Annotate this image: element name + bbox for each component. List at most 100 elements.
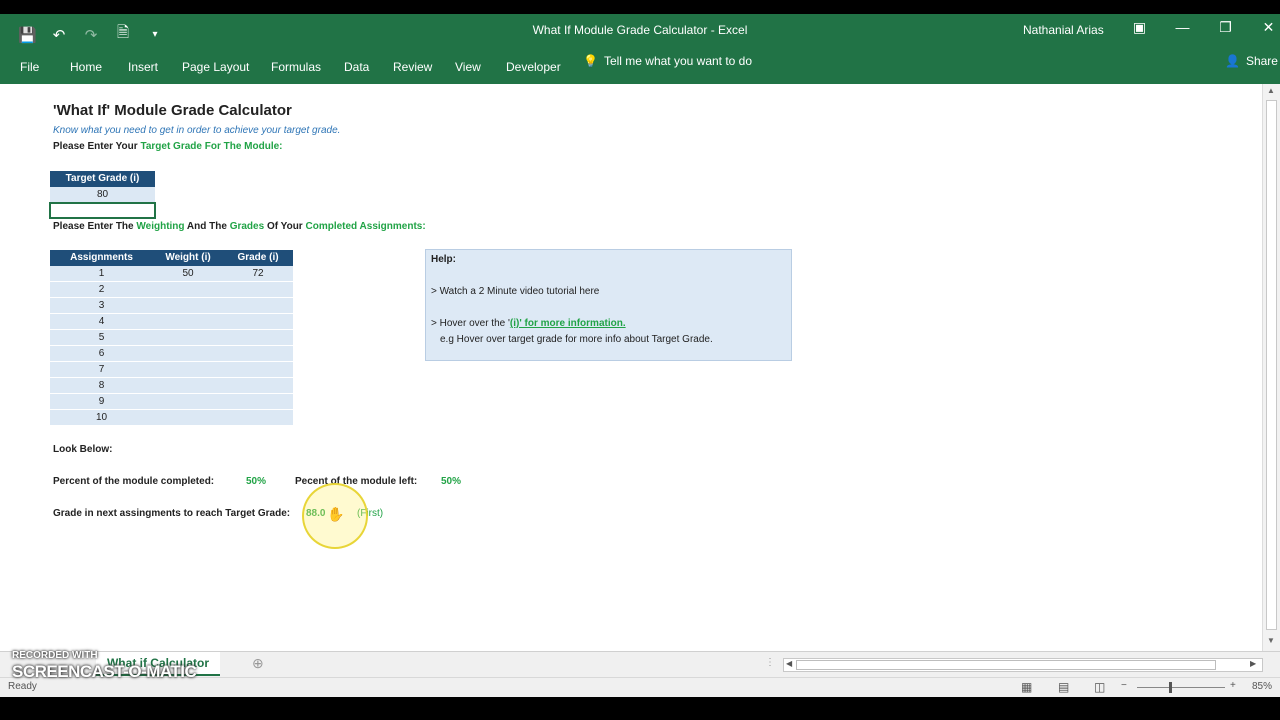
left-value: 50% [441,476,462,487]
target-grade-cell[interactable]: 80 [50,187,155,203]
assignment-number-cell[interactable]: 5 [50,330,153,346]
assignments-header[interactable]: Assignments [50,250,153,266]
weight-cell[interactable] [153,346,223,362]
ribbon-display-icon[interactable]: ▣ [1118,19,1161,36]
weight-cell[interactable]: 50 [153,266,223,282]
assignments-header-row: Assignments Weight (i) Grade (i) [50,250,293,266]
assignment-number-cell[interactable]: 9 [50,394,153,410]
assignment-number-cell[interactable]: 8 [50,378,153,394]
weight-cell[interactable] [153,394,223,410]
weight-cell[interactable] [153,410,223,426]
assignment-number-cell[interactable]: 10 [50,410,153,426]
assignment-number-cell[interactable]: 3 [50,298,153,314]
grade-cell[interactable] [223,362,293,378]
target-prompt: Please Enter Your Target Grade For The M… [53,141,283,152]
normal-view-icon[interactable]: ▦ [1021,680,1032,694]
help-info-link[interactable]: (i)' for more information. [510,318,626,329]
restore-icon[interactable]: ❐ [1204,19,1247,36]
weight-cell[interactable] [153,314,223,330]
split-handle-icon[interactable]: ⋮ [765,657,775,668]
page-title: 'What If' Module Grade Calculator [53,102,292,119]
table-row: 1 50 72 [50,266,293,282]
assignment-number-cell[interactable]: 7 [50,362,153,378]
tab-insert[interactable]: Insert [128,60,158,74]
assignment-number-cell[interactable]: 1 [50,266,153,282]
assignment-number-cell[interactable]: 2 [50,282,153,298]
zoom-out-icon[interactable]: − [1121,680,1127,691]
page-break-view-icon[interactable]: ◫ [1094,680,1105,694]
vertical-scrollbar[interactable]: ▲ ▼ [1262,84,1280,651]
zoom-slider[interactable] [1137,687,1225,688]
recording-watermark: RECORDED WITH SCREENCAST-O-MATIC [12,650,197,682]
weight-cell[interactable] [153,362,223,378]
grade-cell[interactable] [223,410,293,426]
window-controls: ▣ — ❐ ✕ [1118,19,1280,36]
grade-cell[interactable] [223,394,293,410]
scroll-left-icon[interactable]: ◀ [786,659,792,668]
tab-data[interactable]: Data [344,60,369,74]
left-label: Pecent of the module left: [295,476,418,487]
top-black-strip [0,0,1280,14]
table-row: 10 [50,410,293,426]
tab-view[interactable]: View [455,60,481,74]
table-row: 5 [50,330,293,346]
vertical-scroll-thumb[interactable] [1266,100,1277,630]
help-hover-line: > Hover over the '(i)' for more informat… [431,318,626,329]
zoom-in-icon[interactable]: + [1230,680,1236,691]
scroll-right-icon[interactable]: ▶ [1250,659,1256,668]
prompt2-part3: Of Your [264,221,306,232]
horizontal-scrollbar[interactable]: ◀ ▶ [783,658,1263,672]
close-icon[interactable]: ✕ [1247,19,1280,36]
table-row: 7 [50,362,293,378]
weight-cell[interactable] [153,378,223,394]
tab-developer[interactable]: Developer [506,60,561,74]
assignment-number-cell[interactable]: 4 [50,314,153,330]
assignment-number-cell[interactable]: 6 [50,346,153,362]
scroll-down-icon[interactable]: ▼ [1267,636,1275,645]
weight-cell[interactable] [153,330,223,346]
tab-home[interactable]: Home [70,60,102,74]
tell-me-box[interactable]: 💡 Tell me what you want to do [583,54,752,68]
horizontal-scroll-thumb[interactable] [796,660,1216,670]
tab-file[interactable]: File [20,60,39,74]
zoom-slider-thumb[interactable] [1169,682,1172,693]
grade-cell[interactable] [223,346,293,362]
assignments-table: Assignments Weight (i) Grade (i) 1 50 72 2 3… [50,250,293,426]
person-icon: 👤 [1225,54,1240,68]
watermark-bottom: SCREENCAST-O-MATIC [12,662,197,681]
lightbulb-icon: 💡 [583,54,598,68]
add-sheet-icon[interactable]: ⊕ [252,655,264,672]
grade-cell[interactable] [223,378,293,394]
prompt2-part1: Please Enter The [53,221,137,232]
grade-cell[interactable]: 72 [223,266,293,282]
weight-cell[interactable] [153,282,223,298]
tab-formulas[interactable]: Formulas [271,60,321,74]
help-video-line[interactable]: > Watch a 2 Minute video tutorial here [431,286,599,297]
worksheet[interactable]: 'What If' Module Grade Calculator Know w… [0,84,1262,651]
minimize-icon[interactable]: — [1161,19,1204,36]
weight-cell[interactable] [153,298,223,314]
tab-page-layout[interactable]: Page Layout [182,60,249,74]
look-below: Look Below: [53,444,113,455]
scroll-up-icon[interactable]: ▲ [1267,86,1275,95]
user-name[interactable]: Nathanial Arias [1023,23,1104,37]
page-layout-view-icon[interactable]: ▤ [1058,680,1069,694]
assignments-body: 1 50 72 2 3 4 5 6 7 8 9 10 [50,266,293,426]
grade-cell[interactable] [223,330,293,346]
share-button[interactable]: 👤 Share [1225,54,1278,68]
tab-review[interactable]: Review [393,60,432,74]
prompt2-weighting: Weighting [136,221,185,232]
page-subtitle: Know what you need to get in order to ac… [53,125,341,136]
grade-cell[interactable] [223,314,293,330]
next-grade-label: Grade in next assingments to reach Targe… [53,508,291,519]
grade-header[interactable]: Grade (i) [223,250,293,266]
completed-value: 50% [246,476,267,487]
grade-cell[interactable] [223,298,293,314]
table-row: 6 [50,346,293,362]
target-grade-header[interactable]: Target Grade (i) [50,171,155,187]
tell-me-text: Tell me what you want to do [603,54,753,68]
grade-cell[interactable] [223,282,293,298]
weight-header[interactable]: Weight (i) [153,250,223,266]
selected-cell[interactable] [49,202,156,219]
zoom-level[interactable]: 85% [1252,681,1272,692]
